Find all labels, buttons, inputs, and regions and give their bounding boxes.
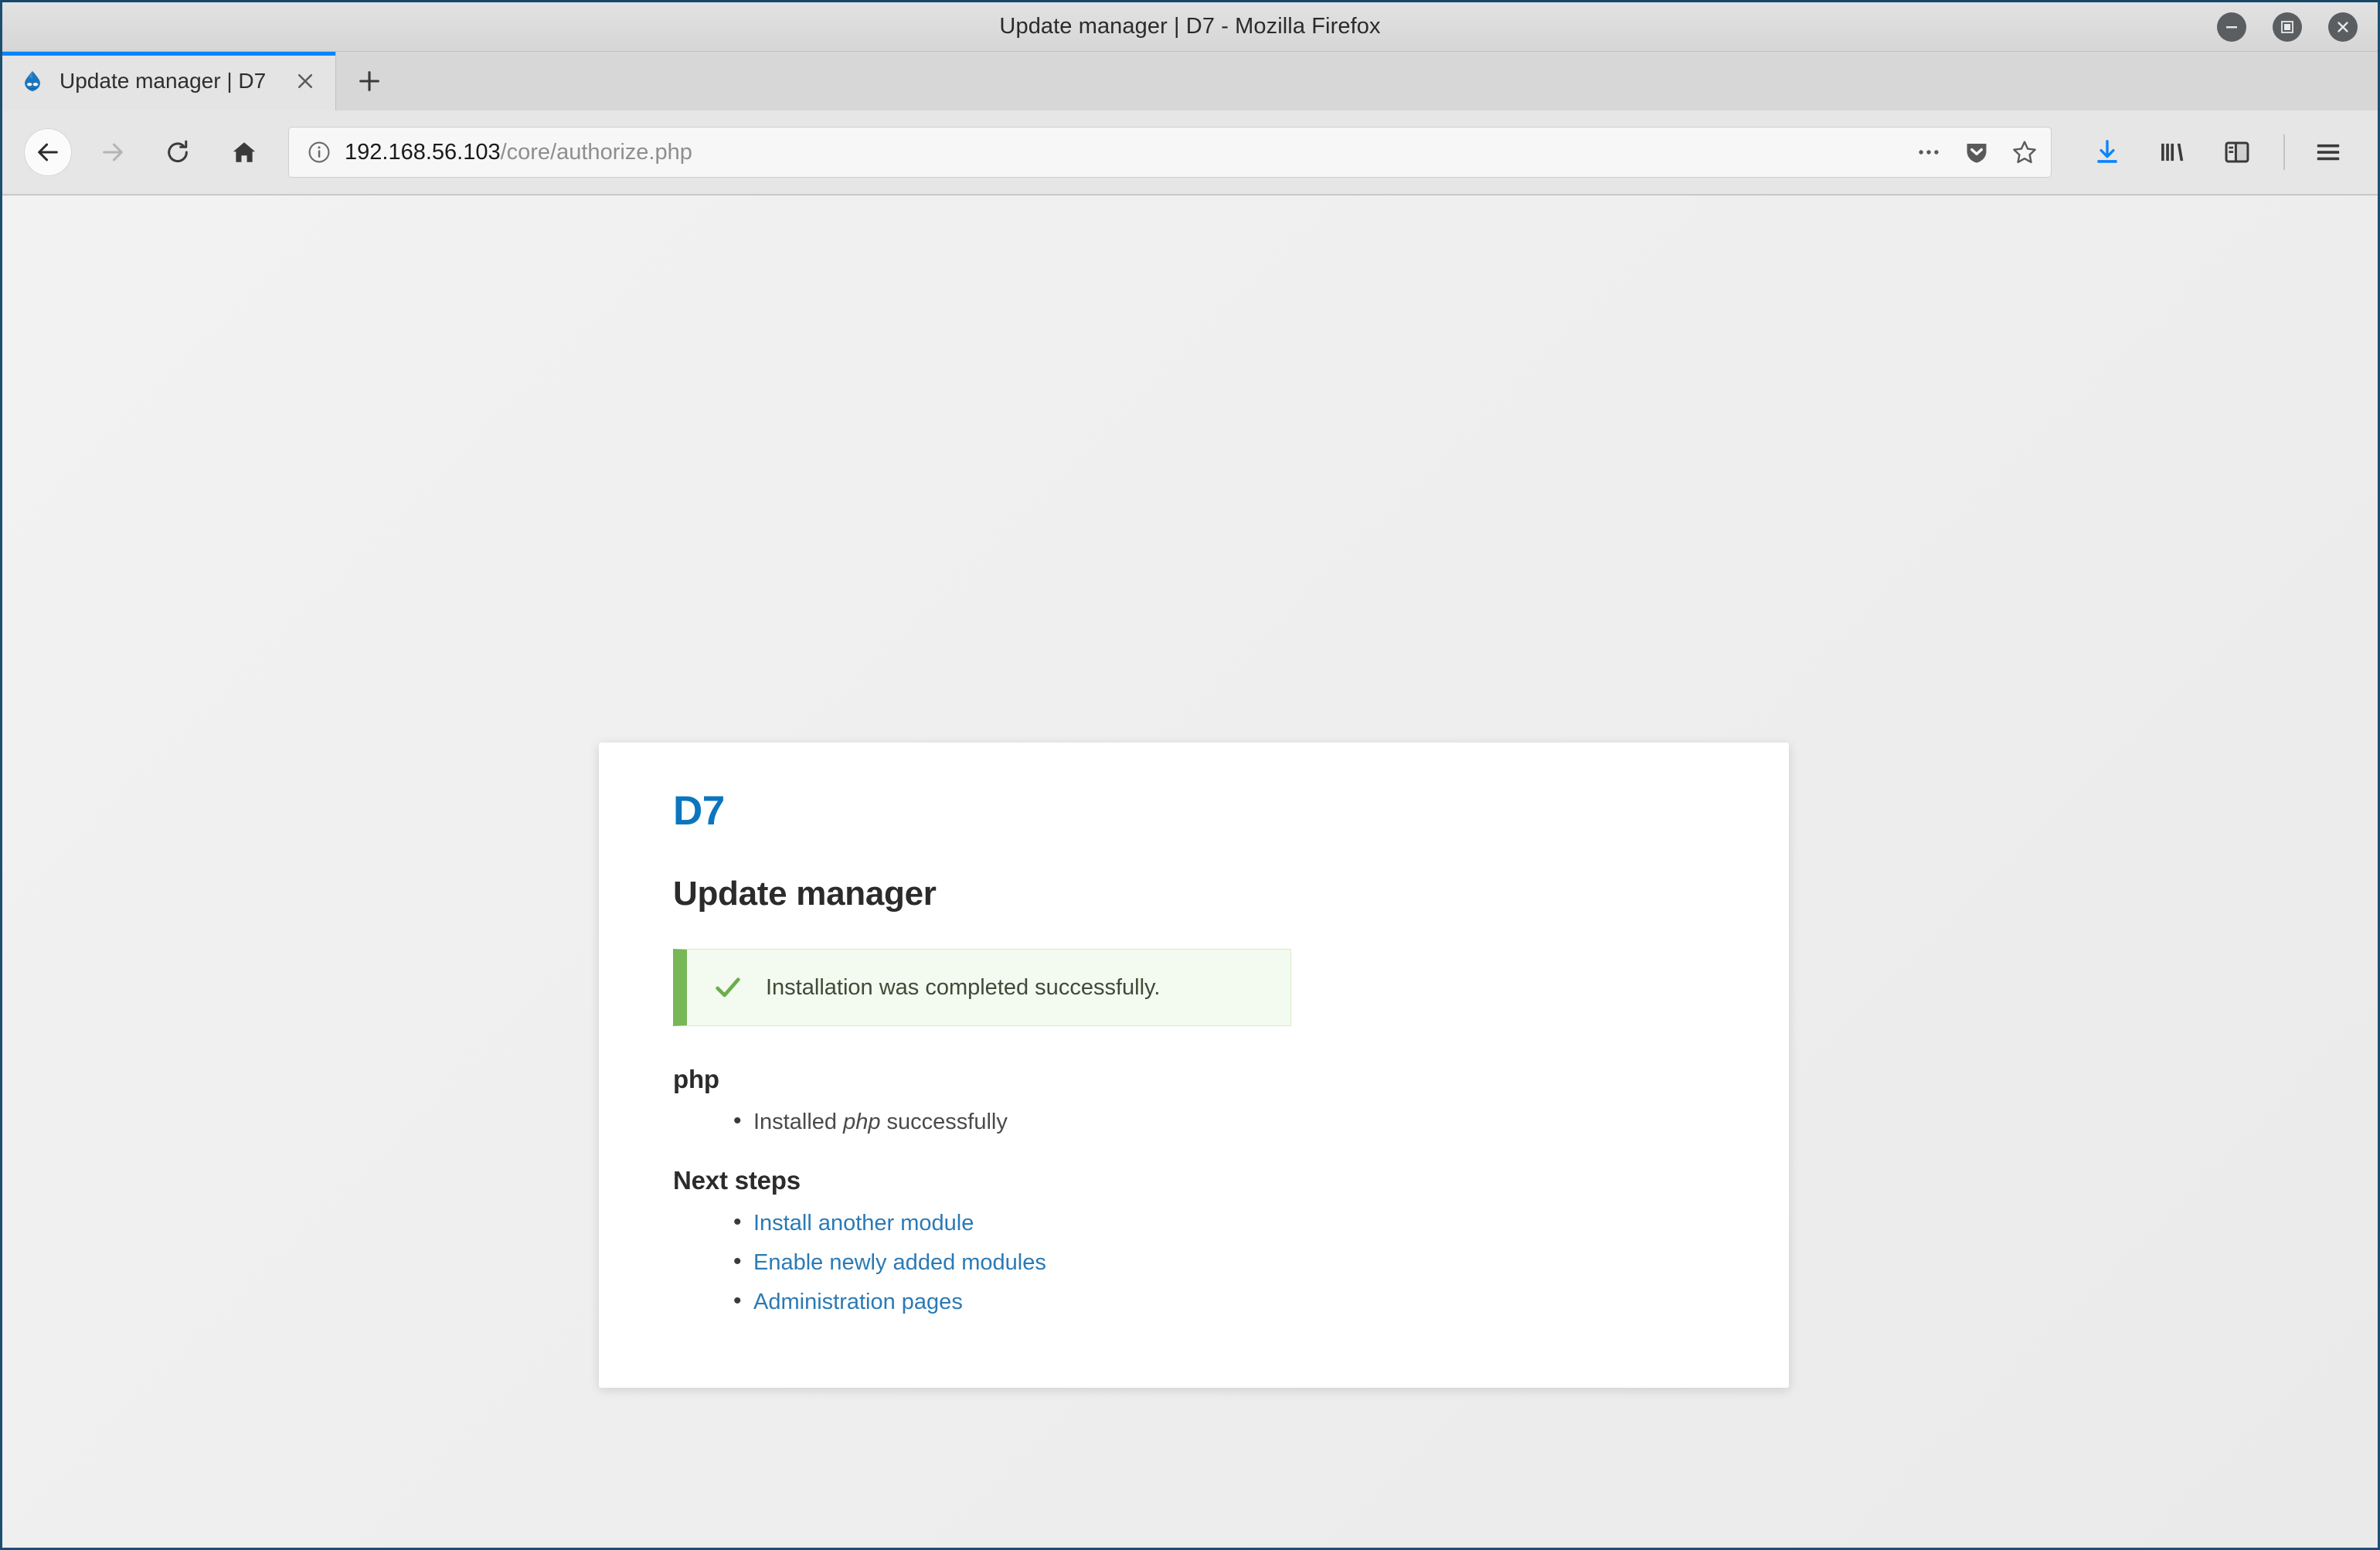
star-icon[interactable] [2009, 137, 2040, 168]
install-result-suffix: successfully [880, 1110, 1008, 1134]
sidebar-toggle-icon[interactable] [2212, 128, 2263, 176]
navigation-toolbar: 192.168.56.103/core/authorize.php [2, 110, 2378, 195]
next-steps-heading: Next steps [673, 1166, 801, 1195]
window-controls [2217, 2, 2358, 51]
url-text[interactable]: 192.168.56.103/core/authorize.php [345, 140, 1906, 165]
download-arrow-icon[interactable] [2082, 128, 2133, 176]
maximize-button[interactable] [2273, 12, 2302, 42]
reload-icon[interactable] [154, 128, 202, 176]
tab-title: Update manager | D7 [60, 69, 267, 93]
link-administration-pages[interactable]: Administration pages [753, 1290, 963, 1314]
home-icon[interactable] [220, 128, 268, 176]
list-item: Enable newly added modules [733, 1250, 1715, 1275]
back-arrow-icon[interactable] [24, 128, 72, 176]
check-icon [710, 970, 746, 1005]
window-title: Update manager | D7 - Mozilla Firefox [999, 14, 1381, 39]
link-enable-newly-added-modules[interactable]: Enable newly added modules [753, 1250, 1046, 1275]
status-message-success: Installation was completed successfully. [673, 949, 1291, 1026]
page-title: Update manager [673, 875, 937, 913]
page-actions-icon[interactable] [1913, 137, 1944, 168]
url-bar-actions [1906, 137, 2040, 168]
toolbar-divider [2283, 134, 2285, 170]
status-message-text: Installation was completed successfully. [766, 974, 1161, 1000]
tab-strip: Update manager | D7 [2, 52, 2378, 110]
list-item: Install another module [733, 1211, 1715, 1236]
site-brand: D7 [673, 788, 725, 834]
library-books-icon[interactable] [2147, 128, 2198, 176]
install-result-prefix: Installed [753, 1110, 844, 1134]
list-item: Administration pages [733, 1290, 1715, 1314]
hamburger-menu-icon[interactable] [2303, 128, 2354, 176]
pocket-shield-icon[interactable] [1961, 137, 1992, 168]
new-tab-button[interactable] [345, 57, 393, 105]
forward-arrow-icon [89, 128, 137, 176]
page-content: D7 Update manager Installation was compl… [2, 195, 2378, 1548]
title-bar: Update manager | D7 - Mozilla Firefox [2, 2, 2378, 52]
next-steps-list: Install another module Enable newly adde… [733, 1211, 1715, 1314]
module-result-list: Installed php successfully [733, 1110, 1715, 1134]
url-bar[interactable]: 192.168.56.103/core/authorize.php [288, 127, 2052, 178]
browser-tab[interactable]: Update manager | D7 [2, 52, 336, 110]
install-result-module: php [843, 1110, 881, 1134]
tab-close-icon[interactable] [291, 66, 320, 96]
info-circle-icon[interactable] [304, 138, 334, 167]
close-button[interactable] [2328, 12, 2358, 42]
list-item: Installed php successfully [733, 1110, 1715, 1134]
drupal-droplet-icon [19, 68, 46, 94]
toolbar-right-group [2070, 128, 2361, 176]
minimize-button[interactable] [2217, 12, 2246, 42]
link-install-another-module[interactable]: Install another module [753, 1211, 974, 1236]
url-path: /core/authorize.php [500, 139, 692, 165]
url-host: 192.168.56.103 [345, 139, 501, 165]
browser-window: Update manager | D7 - Mozilla Firefox Up… [0, 0, 2380, 1550]
update-manager-card: D7 Update manager Installation was compl… [599, 743, 1789, 1388]
module-section-heading: php [673, 1065, 719, 1093]
